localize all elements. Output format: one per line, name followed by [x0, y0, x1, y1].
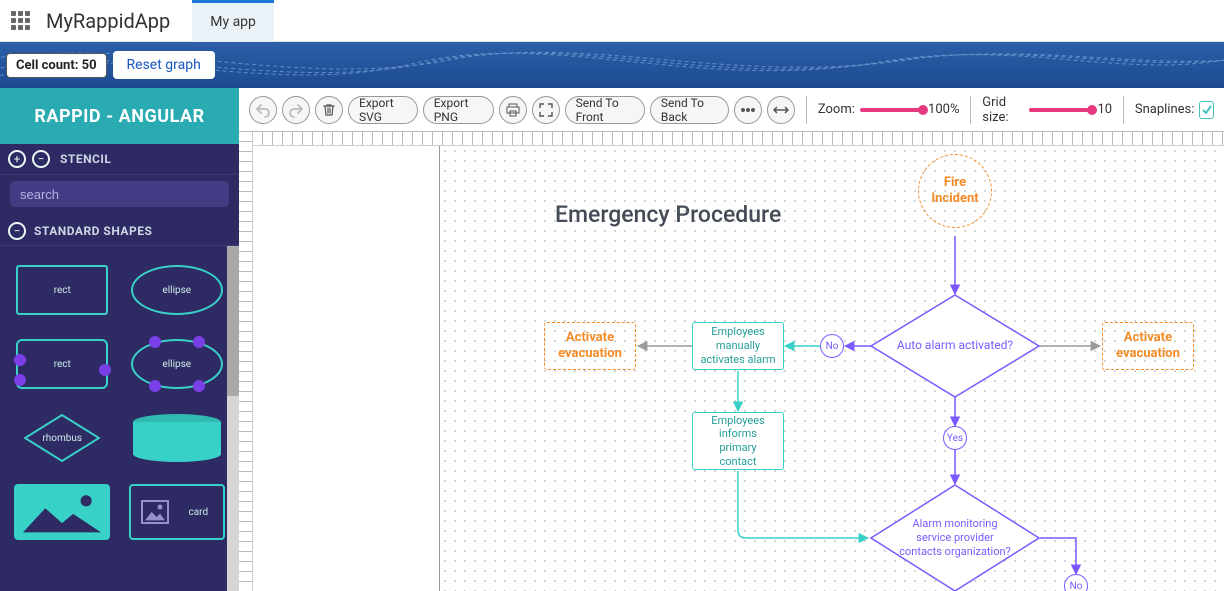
- stencil-search-wrap: [0, 175, 239, 217]
- fullscreen-icon: [539, 103, 553, 117]
- undo-button[interactable]: [249, 96, 277, 124]
- reset-graph-button[interactable]: Reset graph: [113, 51, 215, 79]
- grid-size-label: Grid size:: [982, 95, 1024, 125]
- paper[interactable]: Emergency Procedure: [439, 146, 1224, 591]
- stencil-shape-image[interactable]: [14, 482, 111, 542]
- app-launcher-icon[interactable]: [6, 7, 34, 35]
- dots-icon: [740, 105, 756, 115]
- stencil-collapse-all-button[interactable]: −: [32, 150, 50, 168]
- node-employees-inform-contact[interactable]: Employees informs primary contact: [692, 412, 784, 470]
- stencil-shape-rect-ports[interactable]: rect: [14, 334, 111, 394]
- print-button[interactable]: [499, 96, 527, 124]
- grid-size-slider[interactable]: [1029, 108, 1092, 112]
- vertical-ruler: [239, 132, 253, 591]
- edge-label-no-bottom[interactable]: No: [1064, 574, 1088, 591]
- stencil-scrollbar-track[interactable]: [227, 246, 239, 591]
- canvas-column: Export SVG Export PNG Send To Front Send…: [239, 88, 1224, 591]
- zoom-value: 100%: [928, 102, 959, 117]
- export-png-button[interactable]: Export PNG: [423, 96, 494, 124]
- snaplines-checkbox[interactable]: [1199, 101, 1214, 119]
- tab-my-app[interactable]: My app: [192, 0, 274, 42]
- node-activate-evacuation-right[interactable]: Activate evacuation: [1102, 322, 1194, 370]
- redo-button[interactable]: [282, 96, 310, 124]
- horizontal-ruler: [253, 132, 1224, 146]
- stencil-search-input[interactable]: [10, 181, 229, 207]
- stencil-expand-all-button[interactable]: +: [8, 150, 26, 168]
- app-bar: MyRappidApp My app: [0, 0, 1224, 42]
- stencil-label: STENCIL: [60, 152, 111, 166]
- zoom-label: Zoom:: [818, 102, 855, 117]
- toolbar: Export SVG Export PNG Send To Front Send…: [239, 88, 1224, 132]
- zoom-to-fit-button[interactable]: [734, 96, 762, 124]
- stencil-shape-ellipse[interactable]: ellipse: [129, 260, 226, 320]
- check-icon: [1201, 104, 1213, 116]
- header-strip: Cell count: 50 Reset graph: [0, 42, 1224, 88]
- arrows-h-icon: [773, 104, 789, 116]
- main-area: RAPPID - ANGULAR + − STENCIL − STANDARD …: [0, 88, 1224, 591]
- stencil-shape-cylinder[interactable]: [129, 408, 226, 468]
- node-fire-incident[interactable]: Fire Incident: [918, 154, 992, 228]
- toolbar-separator: [1123, 96, 1124, 124]
- node-service-provider-decision[interactable]: Alarm monitoring service provider contac…: [870, 484, 1040, 591]
- stencil-shape-rhombus[interactable]: rhombus: [14, 408, 111, 468]
- sidebar: RAPPID - ANGULAR + − STENCIL − STANDARD …: [0, 88, 239, 591]
- trash-icon: [322, 103, 336, 117]
- stencil-shape-rect[interactable]: rect: [14, 260, 111, 320]
- redo-icon: [288, 102, 304, 118]
- toolbar-separator: [806, 96, 807, 124]
- node-employees-manual-alarm[interactable]: Employees manually activates alarm: [692, 322, 784, 370]
- edge-label-no-left[interactable]: No: [820, 334, 844, 358]
- undo-icon: [255, 102, 271, 118]
- print-icon: [506, 103, 520, 117]
- stencil-group-collapse-icon[interactable]: −: [8, 222, 26, 240]
- snaplines-label: Snaplines:: [1135, 102, 1195, 117]
- fullscreen-button[interactable]: [532, 96, 560, 124]
- stencil-group-label: STANDARD SHAPES: [34, 224, 152, 238]
- node-activate-evacuation-left[interactable]: Activate evacuation: [544, 322, 636, 370]
- stencil-group-header[interactable]: − STANDARD SHAPES: [0, 217, 239, 246]
- send-to-front-button[interactable]: Send To Front: [565, 96, 645, 124]
- sidebar-title: RAPPID - ANGULAR: [0, 88, 239, 144]
- stencil-shape-card[interactable]: card: [129, 482, 226, 542]
- app-name: MyRappidApp: [46, 9, 170, 33]
- send-to-back-button[interactable]: Send To Back: [650, 96, 729, 124]
- stencil-shape-ellipse-ports[interactable]: ellipse: [129, 334, 226, 394]
- toolbar-separator: [970, 96, 971, 124]
- cell-count-badge: Cell count: 50: [6, 53, 107, 78]
- node-auto-alarm-decision[interactable]: Auto alarm activated?: [870, 294, 1040, 398]
- zoom-slider[interactable]: [860, 108, 923, 112]
- stencil-header: + − STENCIL: [0, 144, 239, 175]
- stencil-shapes: rect ellipse rect: [0, 246, 239, 556]
- delete-button[interactable]: [315, 96, 343, 124]
- auto-layout-button[interactable]: [767, 96, 795, 124]
- export-svg-button[interactable]: Export SVG: [348, 96, 418, 124]
- stencil-scrollbar-thumb[interactable]: [227, 246, 239, 396]
- paper-wrap[interactable]: Emergency Procedure: [239, 132, 1224, 591]
- grid-size-value: 10: [1097, 102, 1112, 117]
- edge-label-yes[interactable]: Yes: [943, 426, 967, 450]
